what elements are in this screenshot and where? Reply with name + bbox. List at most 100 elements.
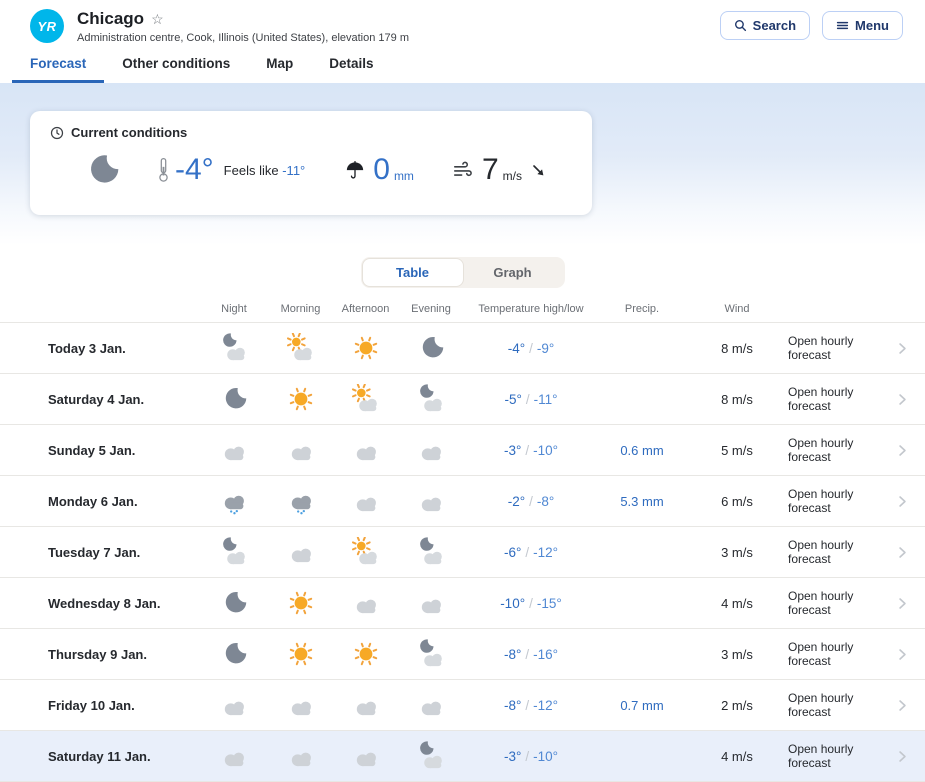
precipitation-unit: mm (394, 169, 414, 185)
open-hourly-forecast-label: Open hourly forecast (788, 640, 884, 668)
temperature-high-low: -6°/-12° (464, 545, 598, 560)
cloudy-icon (268, 537, 333, 567)
clear-day-icon (268, 384, 333, 414)
clock-icon (50, 126, 64, 140)
cloudy-icon (200, 690, 268, 720)
cloudy-icon (333, 741, 398, 771)
col-temperature: Temperature high/low (464, 303, 598, 315)
tab-map[interactable]: Map (248, 48, 311, 83)
toggle-graph[interactable]: Graph (463, 259, 563, 286)
wind-value: 5 m/s (686, 443, 788, 458)
search-button-label: Search (753, 18, 796, 33)
yr-logo[interactable]: YR (30, 9, 64, 43)
current-weather-clear-night-icon (82, 150, 122, 190)
clear-night-icon (200, 588, 268, 618)
hero-band: Current conditions -4° Feels like -11° 0… (0, 83, 925, 245)
chevron-right-icon (896, 342, 909, 355)
toggle-table[interactable]: Table (363, 259, 463, 286)
cloudy-icon (398, 486, 464, 516)
open-hourly-forecast-label: Open hourly forecast (788, 334, 884, 362)
day-label: Thursday 9 Jan. (0, 647, 200, 662)
clear-night-icon (200, 384, 268, 414)
open-hourly-forecast-label: Open hourly forecast (788, 538, 884, 566)
partlycloudy-night-icon (398, 537, 464, 567)
cloudy-icon (398, 588, 464, 618)
temperature-high-low: -3°/-10° (464, 443, 598, 458)
hamburger-menu-icon (836, 19, 849, 32)
precipitation-value: 0.7 mm (598, 698, 686, 713)
partlycloudy-night-icon (398, 639, 464, 669)
cloudy-icon (268, 435, 333, 465)
cloudy-icon (333, 588, 398, 618)
chevron-right-icon (896, 444, 909, 457)
partlycloudy-day-icon (333, 537, 398, 567)
table-row[interactable]: Friday 10 Jan. -8°/-12°0.7 mm2 m/sOpen h… (0, 680, 925, 731)
tab-details[interactable]: Details (311, 48, 391, 83)
cloudy-icon (268, 690, 333, 720)
open-hourly-forecast-link[interactable]: Open hourly forecast (788, 334, 925, 362)
snow-icon (200, 486, 268, 516)
search-icon (734, 19, 747, 32)
open-hourly-forecast-link[interactable]: Open hourly forecast (788, 640, 925, 668)
open-hourly-forecast-link[interactable]: Open hourly forecast (788, 538, 925, 566)
table-row[interactable]: Wednesday 8 Jan. -10°/-15°4 m/sOpen hour… (0, 578, 925, 629)
partlycloudy-day-icon (268, 333, 333, 363)
cloudy-icon (398, 690, 464, 720)
table-row[interactable]: Monday 6 Jan. -2°/-8°5.3 mm6 m/sOpen hou… (0, 476, 925, 527)
clear-day-icon (333, 639, 398, 669)
day-label: Wednesday 8 Jan. (0, 596, 200, 611)
forecast-table-body: Today 3 Jan. -4°/-9°8 m/sOpen hourly for… (0, 323, 925, 782)
col-night: Night (200, 303, 268, 315)
wind-value: 6 m/s (686, 494, 788, 509)
menu-button-label: Menu (855, 18, 889, 33)
chevron-right-icon (896, 648, 909, 661)
main-nav-tabs: Forecast Other conditions Map Details (0, 48, 925, 83)
table-row[interactable]: Today 3 Jan. -4°/-9°8 m/sOpen hourly for… (0, 323, 925, 374)
clear-day-icon (333, 333, 398, 363)
cloudy-icon (333, 486, 398, 516)
tab-forecast[interactable]: Forecast (12, 48, 104, 83)
page-header: YR Chicago ☆ Administration centre, Cook… (0, 0, 925, 44)
col-morning: Morning (268, 303, 333, 315)
col-precip: Precip. (598, 303, 686, 315)
wind-unit: m/s (503, 169, 522, 185)
wind-icon (452, 159, 474, 181)
col-evening: Evening (398, 303, 464, 315)
col-afternoon: Afternoon (333, 303, 398, 315)
current-precipitation-group: 0 mm (345, 155, 414, 185)
day-label: Monday 6 Jan. (0, 494, 200, 509)
table-row[interactable]: Tuesday 7 Jan. -6°/-12°3 m/sOpen hourly … (0, 527, 925, 578)
open-hourly-forecast-link[interactable]: Open hourly forecast (788, 436, 925, 464)
open-hourly-forecast-link[interactable]: Open hourly forecast (788, 742, 925, 770)
table-row[interactable]: Saturday 4 Jan. -5°/-11°8 m/sOpen hourly… (0, 374, 925, 425)
open-hourly-forecast-link[interactable]: Open hourly forecast (788, 385, 925, 413)
table-header-row: Night Morning Afternoon Evening Temperat… (0, 296, 925, 323)
tab-other-conditions[interactable]: Other conditions (104, 48, 248, 83)
precipitation-value: 5.3 mm (598, 494, 686, 509)
open-hourly-forecast-label: Open hourly forecast (788, 691, 884, 719)
wind-value: 4 m/s (686, 596, 788, 611)
table-row[interactable]: Thursday 9 Jan. -8°/-16°3 m/sOpen hourly… (0, 629, 925, 680)
menu-button[interactable]: Menu (822, 11, 903, 40)
thermometer-icon (158, 155, 169, 185)
current-temperature: -4° (175, 155, 214, 185)
partlycloudy-night-icon (398, 741, 464, 771)
temperature-high-low: -8°/-12° (464, 698, 598, 713)
wind-value: 3 m/s (686, 647, 788, 662)
chevron-right-icon (896, 495, 909, 508)
wind-value: 4 m/s (686, 749, 788, 764)
table-row[interactable]: Saturday 11 Jan. -3°/-10°4 m/sOpen hourl… (0, 731, 925, 782)
col-wind: Wind (686, 303, 788, 315)
wind-value: 2 m/s (686, 698, 788, 713)
current-wind-group: 7 m/s (452, 155, 546, 185)
temperature-high-low: -4°/-9° (464, 341, 598, 356)
open-hourly-forecast-link[interactable]: Open hourly forecast (788, 487, 925, 515)
favorite-star-icon[interactable]: ☆ (151, 12, 164, 26)
table-row[interactable]: Sunday 5 Jan. -3°/-10°0.6 mm5 m/sOpen ho… (0, 425, 925, 476)
feels-like-value: -11° (282, 163, 305, 178)
open-hourly-forecast-link[interactable]: Open hourly forecast (788, 589, 925, 617)
day-label: Friday 10 Jan. (0, 698, 200, 713)
search-button[interactable]: Search (720, 11, 810, 40)
open-hourly-forecast-link[interactable]: Open hourly forecast (788, 691, 925, 719)
cloudy-icon (333, 690, 398, 720)
